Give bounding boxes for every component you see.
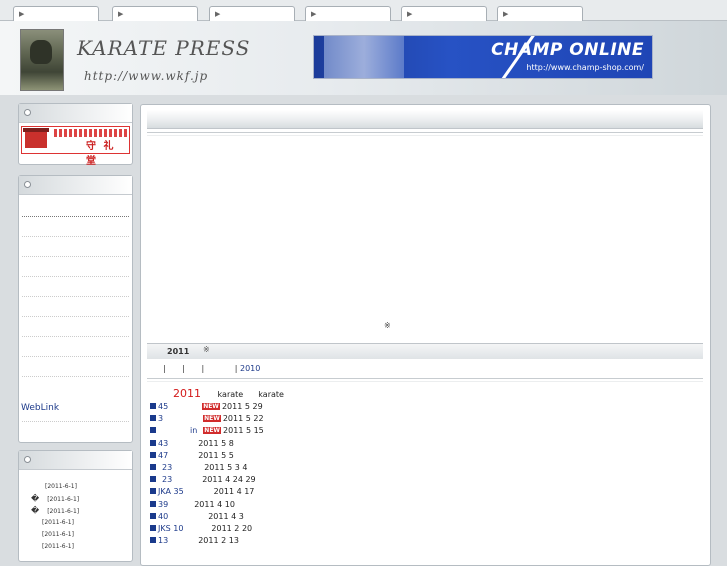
bullet-icon xyxy=(24,181,31,188)
year-2010-link[interactable]: 2010 xyxy=(240,364,260,373)
link-divider xyxy=(22,356,129,357)
play-arrow-icon: ▶ xyxy=(118,10,124,18)
square-bullet-icon xyxy=(150,501,156,507)
event-entry[interactable]: 3 NEW 2011 5 22 xyxy=(150,413,264,425)
shisa-face-icon xyxy=(30,40,52,64)
news-item[interactable]: � [2011-6-1] xyxy=(21,505,131,517)
top-nav-bar: ▶ ▶ ▶ ▶ ▶ ▶ xyxy=(0,0,727,21)
section-year: 2011 xyxy=(167,347,190,356)
shureido-gate-icon xyxy=(23,128,49,148)
nav-tab-4[interactable]: ▶ xyxy=(305,6,391,21)
box-header xyxy=(19,104,132,123)
banner-url: http://www.champ-shop.com/ xyxy=(526,63,644,72)
banner-tagline xyxy=(54,129,128,137)
event-entry[interactable]: 39 2011 4 10 xyxy=(150,499,235,511)
links-box: WebLink xyxy=(18,175,133,443)
play-arrow-icon: ▶ xyxy=(19,10,25,18)
square-bullet-icon xyxy=(150,537,156,543)
nav-tab-6[interactable]: ▶ xyxy=(497,6,583,21)
divider xyxy=(147,378,703,382)
square-bullet-icon xyxy=(150,464,156,470)
main-content: ※ 2011 ※ | | | | 2010 2011 karate karate… xyxy=(140,104,711,566)
event-entry[interactable]: 40 2011 4 3 xyxy=(150,511,244,523)
nav-tab-5[interactable]: ▶ xyxy=(401,6,487,21)
link-divider xyxy=(22,256,129,257)
link-divider xyxy=(22,236,129,237)
new-badge: NEW xyxy=(202,403,220,410)
square-bullet-icon xyxy=(150,513,156,519)
play-arrow-icon: ▶ xyxy=(407,10,413,18)
link-divider xyxy=(22,316,129,317)
square-bullet-icon xyxy=(150,452,156,458)
news-box: [2011-6-1] � [2011-6-1] � [2011-6-1] [2011… xyxy=(18,450,133,562)
site-header: KARATE PRESS http://www.wkf.jp CHAMP ONL… xyxy=(0,21,727,95)
event-entry[interactable]: 47 2011 5 5 xyxy=(150,450,234,462)
new-badge: NEW xyxy=(203,415,221,422)
event-entry[interactable]: in NEW 2011 5 15 xyxy=(150,425,264,437)
link-divider xyxy=(22,376,129,377)
nav-tab-2[interactable]: ▶ xyxy=(112,6,198,21)
event-entry[interactable]: 13 2011 2 13 xyxy=(150,535,239,547)
square-bullet-icon xyxy=(150,488,156,494)
event-entry[interactable]: JKA 35 2011 4 17 xyxy=(150,486,254,498)
event-entry[interactable]: 45 NEW 2011 5 29 xyxy=(150,401,263,413)
play-arrow-icon: ▶ xyxy=(215,10,221,18)
shisa-statue-logo[interactable] xyxy=(20,29,64,91)
square-bullet-icon xyxy=(150,440,156,446)
nav-tab-1[interactable]: ▶ xyxy=(13,6,99,21)
karate-fighters-image xyxy=(324,36,404,78)
square-bullet-icon xyxy=(150,476,156,482)
divider xyxy=(147,132,703,136)
nav-tab-3[interactable]: ▶ xyxy=(209,6,295,21)
play-arrow-icon: ▶ xyxy=(311,10,317,18)
square-bullet-icon xyxy=(150,427,156,433)
year-nav: | | | | 2010 xyxy=(163,364,261,373)
shureido-banner[interactable]: 守 礼 堂 xyxy=(21,126,130,167)
link-divider xyxy=(22,216,129,217)
event-entry[interactable]: 43 2011 5 8 xyxy=(150,438,234,450)
square-bullet-icon xyxy=(150,525,156,531)
champ-online-banner[interactable]: CHAMP ONLINE http://www.champ-shop.com/ xyxy=(313,35,653,79)
box-header xyxy=(19,451,132,470)
bullet-icon xyxy=(24,456,31,463)
intro-year: 2011 xyxy=(173,387,201,400)
event-entry[interactable]: JKS 10 2011 2 20 xyxy=(150,523,252,535)
news-item[interactable]: � [2011-6-1] xyxy=(21,493,131,505)
bullet-icon xyxy=(24,109,31,116)
square-bullet-icon xyxy=(150,415,156,421)
new-badge: NEW xyxy=(203,427,222,434)
intro-line: 2011 karate karate xyxy=(173,387,284,400)
note-mark: ※ xyxy=(384,321,391,330)
link-divider xyxy=(22,276,129,277)
sponsor-box: 守 礼 堂 xyxy=(18,103,133,167)
section-mark: ※ xyxy=(203,345,210,354)
section-header: 2011 ※ xyxy=(147,343,703,359)
play-arrow-icon: ▶ xyxy=(503,10,509,18)
event-entry[interactable]: 23 2011 4 24 29 xyxy=(150,474,256,486)
link-divider xyxy=(22,421,129,422)
event-entry[interactable]: 23 2011 5 3 4 xyxy=(150,462,247,474)
news-list: [2011-6-1] � [2011-6-1] � [2011-6-1] [2011… xyxy=(21,481,131,553)
site-url: http://www.wkf.jp xyxy=(84,69,209,83)
banner-brand: CHAMP ONLINE xyxy=(491,40,644,60)
site-title[interactable]: KARATE PRESS xyxy=(77,36,250,60)
weblink-link[interactable]: WebLink xyxy=(21,403,59,413)
square-bullet-icon xyxy=(150,403,156,409)
news-item[interactable]: [2011-6-1] xyxy=(21,481,131,493)
news-item[interactable]: [2011-6-1] xyxy=(21,529,131,541)
shureido-label: 守 礼 堂 xyxy=(86,141,116,167)
news-item[interactable]: [2011-6-1] xyxy=(21,517,131,529)
link-divider xyxy=(22,296,129,297)
box-header xyxy=(19,176,132,195)
news-item[interactable]: [2011-6-1] xyxy=(21,541,131,553)
content-title-bar xyxy=(147,110,703,129)
link-divider xyxy=(22,336,129,337)
